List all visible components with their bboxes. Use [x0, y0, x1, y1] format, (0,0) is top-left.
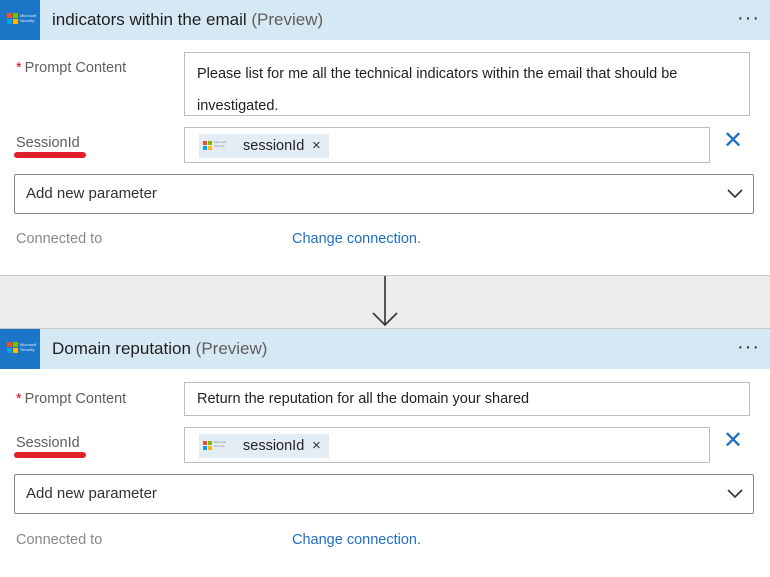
session-id-input[interactable]: Microsoft Security sessionId ×	[184, 127, 710, 163]
prompt-content-label: * Prompt Content	[16, 60, 126, 76]
clear-x-icon[interactable]: ✕	[720, 128, 746, 154]
token-remove-close-icon[interactable]: ×	[312, 434, 321, 458]
session-id-token[interactable]: Microsoft Security sessionId ×	[199, 434, 329, 458]
chevron-down-icon	[727, 189, 743, 199]
prompt-content-line2: investigated.	[197, 98, 279, 114]
logo-text-line2: Security	[20, 18, 35, 23]
connected-to-label: Connected to	[16, 532, 103, 548]
action-title: Domain reputation (Preview)	[52, 329, 267, 369]
microsoft-security-token-icon: Microsoft Security	[203, 440, 226, 452]
session-id-token[interactable]: Microsoft Security sessionId ×	[199, 134, 329, 158]
required-asterisk: *	[16, 391, 22, 407]
ellipsis-icon[interactable]: ···	[737, 0, 760, 40]
token-logo-line2: Security	[214, 444, 225, 448]
action-title-suffix: (Preview)	[195, 339, 268, 358]
microsoft-security-token-icon: Microsoft Security	[203, 140, 226, 152]
add-new-parameter-label: Add new parameter	[26, 185, 157, 202]
change-connection-link[interactable]: Change connection.	[292, 532, 421, 548]
logo-text-line2: Security	[20, 347, 35, 352]
session-id-label: SessionId	[16, 435, 80, 451]
prompt-content-input[interactable]: Please list for me all the technical ind…	[184, 52, 750, 116]
action-card-indicators: Microsoft Security indicators within the …	[0, 0, 770, 276]
ellipsis-icon[interactable]: ···	[737, 329, 760, 369]
microsoft-security-logo-icon: Microsoft Security	[0, 329, 40, 369]
session-id-token-label: sessionId	[243, 438, 305, 454]
prompt-content-line1: Please list for me all the technical ind…	[197, 66, 678, 82]
prompt-content-value: Return the reputation for all the domain…	[197, 391, 530, 407]
token-logo-line2: Security	[214, 144, 225, 148]
connected-to-label: Connected to	[16, 231, 103, 247]
prompt-content-label-text: Prompt Content	[24, 60, 127, 76]
chevron-down-icon	[727, 489, 743, 499]
action-card-domain-reputation: Microsoft Security Domain reputation (Pre…	[0, 328, 770, 577]
prompt-content-label-text: Prompt Content	[24, 391, 127, 407]
add-new-parameter-dropdown[interactable]: Add new parameter	[14, 474, 754, 514]
highlight-underline	[14, 452, 86, 458]
action-header[interactable]: Microsoft Security indicators within the …	[0, 0, 770, 40]
highlight-underline	[14, 152, 86, 158]
microsoft-security-logo-icon: Microsoft Security	[0, 0, 40, 40]
action-header[interactable]: Microsoft Security Domain reputation (Pre…	[0, 329, 770, 369]
action-title-text: indicators within the email	[52, 10, 247, 29]
add-new-parameter-label: Add new parameter	[26, 485, 157, 502]
action-title-suffix: (Preview)	[251, 10, 324, 29]
session-id-token-label: sessionId	[243, 138, 305, 154]
clear-x-icon[interactable]: ✕	[720, 428, 746, 454]
action-title: indicators within the email (Preview)	[52, 0, 323, 40]
change-connection-link[interactable]: Change connection.	[292, 231, 421, 247]
session-id-input[interactable]: Microsoft Security sessionId ×	[184, 427, 710, 463]
token-remove-close-icon[interactable]: ×	[312, 134, 321, 158]
prompt-content-input[interactable]: Return the reputation for all the domain…	[184, 382, 750, 416]
add-new-parameter-dropdown[interactable]: Add new parameter	[14, 174, 754, 214]
prompt-content-label: * Prompt Content	[16, 391, 126, 407]
arrow-down-icon	[372, 276, 398, 327]
action-title-text: Domain reputation	[52, 339, 191, 358]
required-asterisk: *	[16, 60, 22, 76]
session-id-label: SessionId	[16, 135, 80, 151]
